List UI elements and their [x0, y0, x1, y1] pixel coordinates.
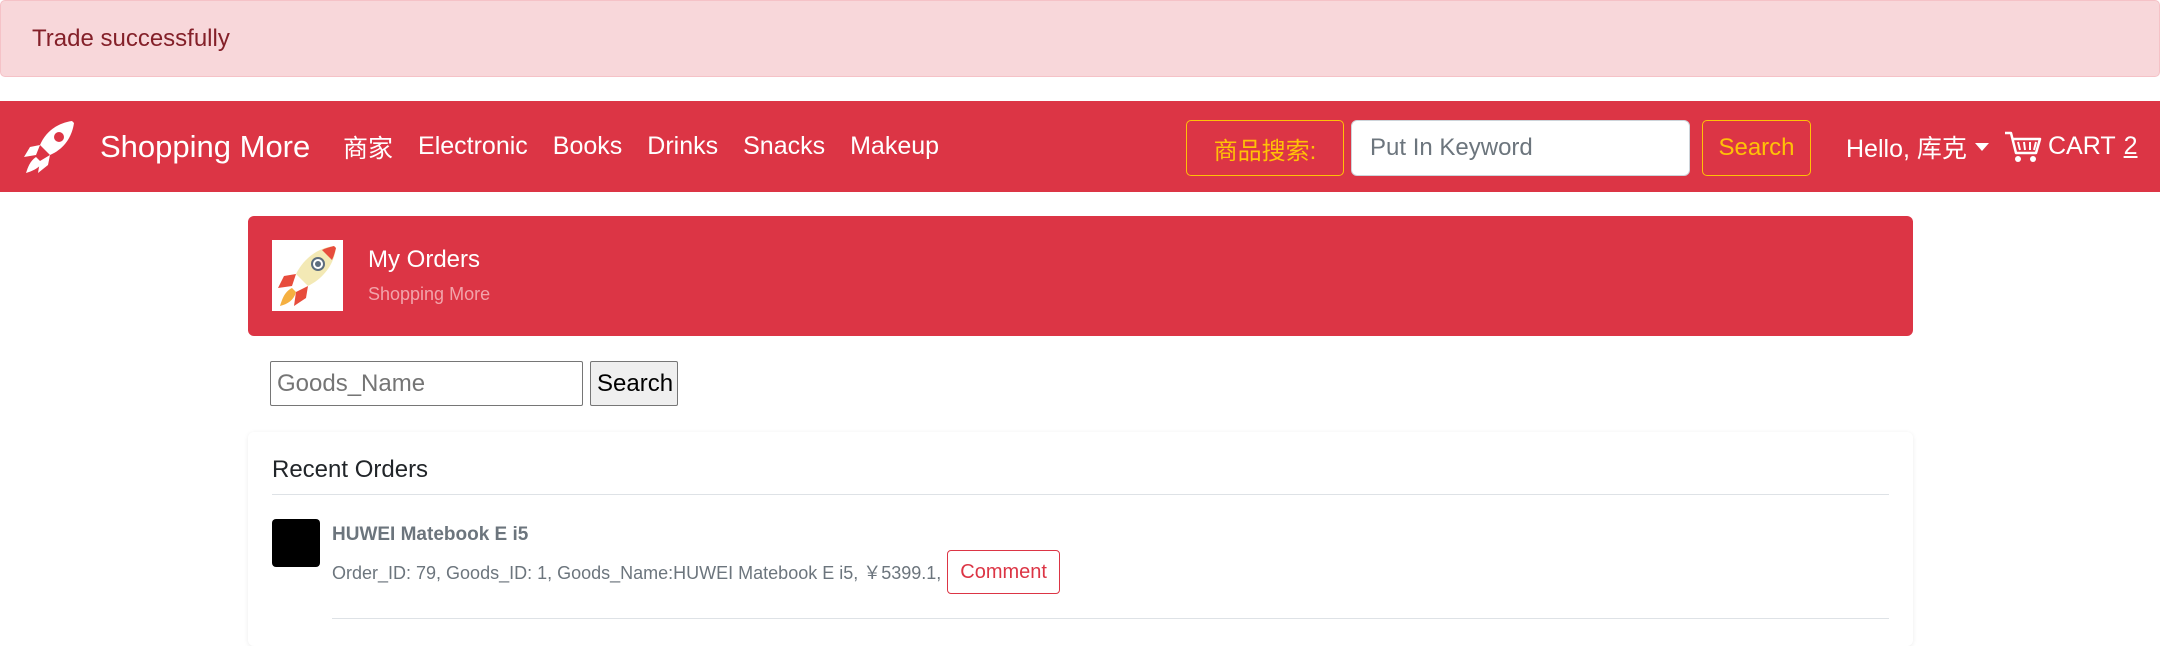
nav-link-books[interactable]: Books: [553, 132, 622, 161]
page-title: My Orders: [368, 246, 481, 273]
user-dropdown[interactable]: Hello, 库克: [1846, 101, 1989, 192]
product-search-label: 商品搜索:: [1186, 120, 1344, 176]
rocket-logo-icon: [272, 240, 343, 311]
goods-name-input[interactable]: [270, 361, 583, 406]
nav-link-merchants[interactable]: 商家: [343, 129, 393, 165]
chevron-down-icon: [1974, 142, 1989, 151]
cart-link[interactable]: CART 2: [2004, 101, 2138, 192]
page-subtitle: Shopping More: [368, 284, 491, 304]
cart-icon: [2005, 131, 2042, 162]
order-thumbnail: [272, 519, 320, 567]
divider: [272, 494, 1889, 495]
divider: [332, 618, 1889, 619]
top-navbar: Shopping More 商家 Electronic Books Drinks…: [0, 101, 2160, 192]
cart-count: 2: [2123, 132, 2138, 160]
order-product-name: HUWEI Matebook E i5: [332, 524, 529, 545]
alert-text: Trade successfully: [32, 24, 230, 52]
keyword-search-input[interactable]: [1351, 120, 1690, 176]
page-header: My Orders Shopping More: [248, 216, 1913, 336]
cart-label: CART: [2048, 132, 2116, 160]
nav-link-drinks[interactable]: Drinks: [647, 132, 718, 161]
order-details-row: Order_ID: 79, Goods_ID: 1, Goods_Name:HU…: [332, 550, 1060, 594]
rocket-icon[interactable]: [22, 117, 78, 175]
nav-link-snacks[interactable]: Snacks: [743, 132, 825, 161]
nav-link-electronic[interactable]: Electronic: [418, 132, 528, 161]
comment-button[interactable]: Comment: [947, 550, 1060, 594]
goods-search-button[interactable]: Search: [590, 361, 678, 406]
brand-name[interactable]: Shopping More: [100, 101, 310, 192]
nav-links: 商家 Electronic Books Drinks Snacks Makeup: [343, 101, 964, 192]
nav-link-makeup[interactable]: Makeup: [850, 132, 939, 161]
success-alert: Trade successfully: [0, 0, 2160, 77]
user-greeting: Hello, 库克: [1846, 134, 1967, 163]
order-details-text: Order_ID: 79, Goods_ID: 1, Goods_Name:HU…: [332, 563, 942, 583]
recent-orders-heading: Recent Orders: [272, 456, 429, 483]
recent-orders-card: Recent Orders HUWEI Matebook E i5 Order_…: [248, 432, 1913, 646]
navbar-search-button[interactable]: Search: [1702, 120, 1811, 176]
